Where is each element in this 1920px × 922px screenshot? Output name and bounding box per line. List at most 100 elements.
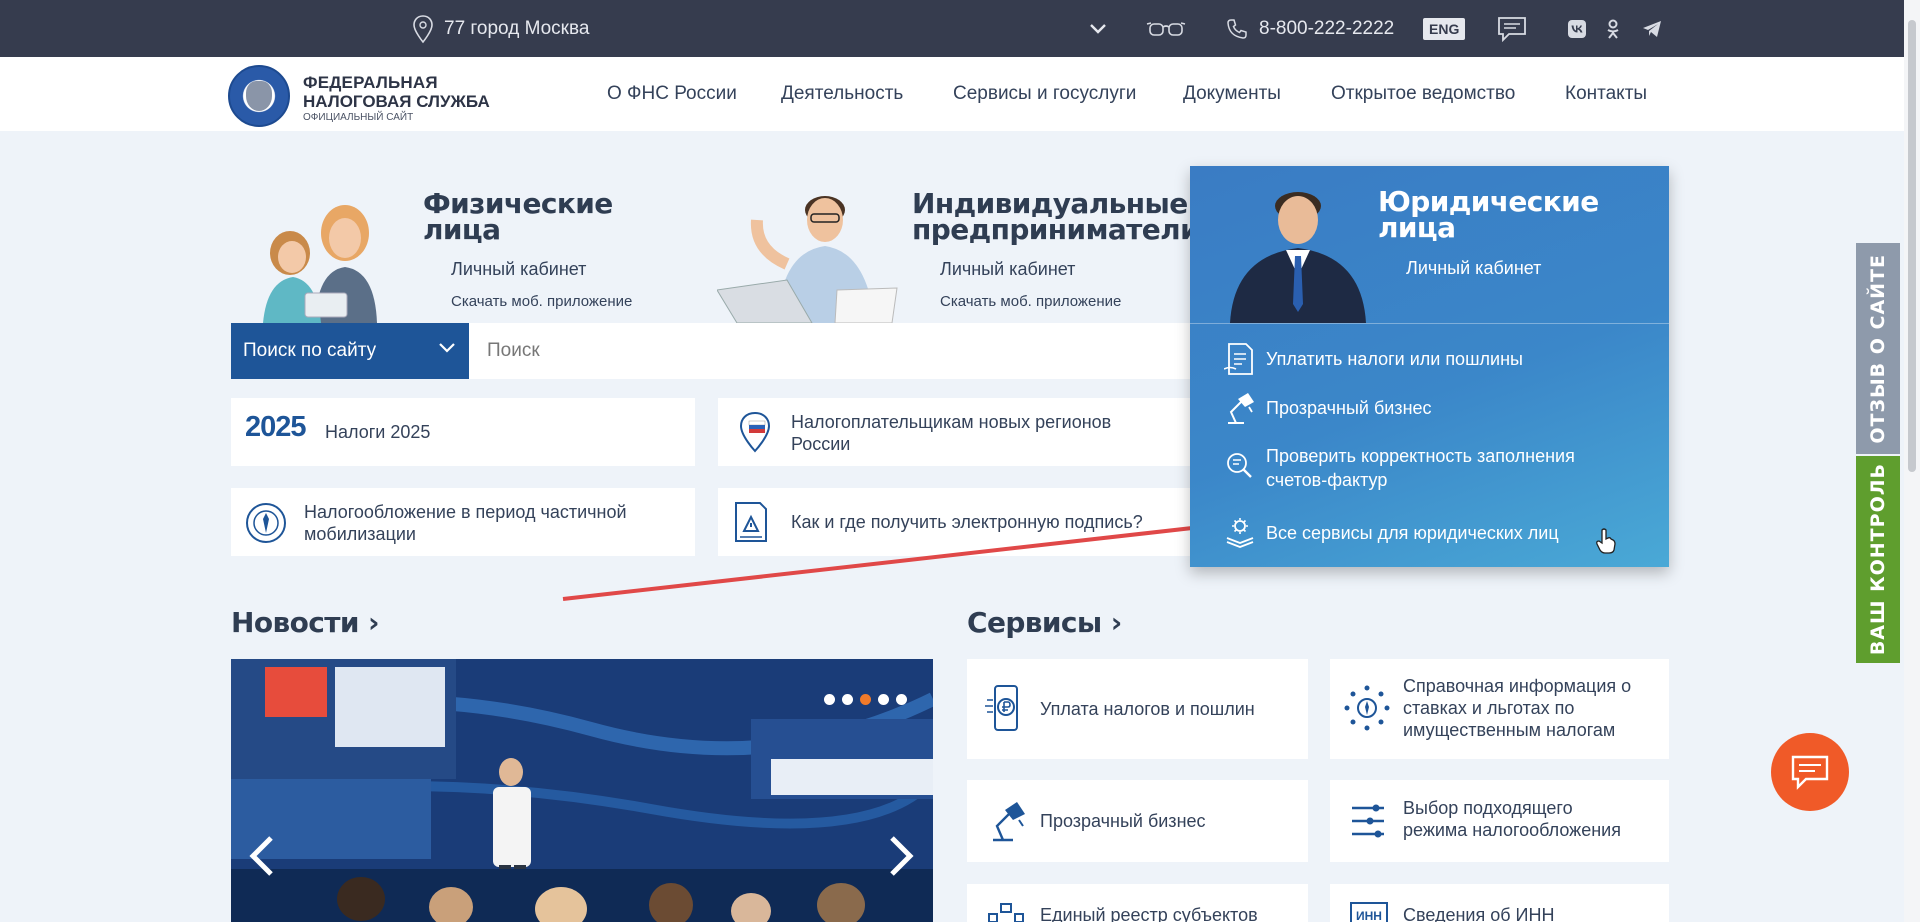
message-icon (1498, 16, 1526, 42)
inn-info-label: Сведения об ИНН (1403, 905, 1555, 922)
service-unified-registry[interactable]: Единый реестр субъектов (967, 884, 1308, 922)
legal-menu-pay-taxes[interactable]: Уплатить налоги или пошлины (1224, 342, 1523, 376)
slider-dot[interactable] (824, 694, 835, 705)
slider-next-button[interactable] (888, 835, 914, 882)
entrepreneurs-illustration (717, 180, 902, 323)
chat-button[interactable] (1771, 733, 1849, 811)
desk-lamp-icon (993, 802, 1025, 842)
logo-line-2[interactable]: НАЛОГОВАЯ СЛУЖБА (303, 92, 490, 111)
phone-icon (1227, 18, 1247, 39)
mobile-ruble-icon (985, 685, 1018, 731)
slider-dot[interactable] (860, 694, 871, 705)
scrollbar-thumb[interactable] (1908, 20, 1916, 472)
slider-dot[interactable] (842, 694, 853, 705)
slider-dot[interactable] (878, 694, 889, 705)
service-tax-payment[interactable]: Уплата налогов и пошлин (967, 659, 1308, 759)
your-control-tab[interactable]: ВАШ КОНТРОЛЬ (1856, 456, 1900, 663)
chevron-down-icon (1090, 23, 1106, 34)
logo-line-1[interactable]: ФЕДЕРАЛЬНАЯ (303, 73, 438, 92)
nav-open-agency[interactable]: Открытое ведомство (1331, 57, 1515, 131)
quick-link-new-regions[interactable]: Налогоплательщикам новых регионов России (718, 398, 1191, 466)
top-bar: 77 город Москва 8-800-222-2222 ENG (0, 0, 1920, 57)
ok-link[interactable] (1606, 0, 1620, 57)
nav-documents[interactable]: Документы (1183, 57, 1281, 131)
feedback-chat-button[interactable] (1497, 0, 1527, 57)
service-transparent-business[interactable]: Прозрачный бизнес (967, 780, 1308, 862)
your-control-tab-label: ВАШ КОНТРОЛЬ (1867, 463, 1889, 656)
property-tax-label-3: имущественным налогам (1403, 720, 1616, 740)
region-selector[interactable]: 77 город Москва (412, 0, 589, 57)
map-pin-flag-icon (739, 411, 771, 453)
nav-activity[interactable]: Деятельность (781, 57, 903, 131)
magnifier-document-icon (1227, 453, 1252, 478)
taxes-2025-logo-icon: 2025 (245, 411, 307, 443)
search-scope-label: Поиск по сайту (243, 340, 377, 361)
phone-link[interactable]: 8-800-222-2222 (1227, 0, 1394, 57)
lang-label: ENG (1423, 17, 1466, 40)
page-scrollbar[interactable] (1904, 0, 1920, 922)
search-input[interactable] (469, 323, 1191, 379)
language-switch[interactable]: ENG (1423, 0, 1466, 57)
fns-emblem-icon[interactable] (228, 65, 290, 127)
service-inn-info[interactable]: ИНН Сведения об ИНН (1330, 884, 1669, 922)
individuals-cabinet-link[interactable]: Личный кабинет (451, 259, 586, 280)
odnoklassniki-icon (1607, 19, 1619, 39)
service-tax-regime[interactable]: Выбор подходящего режима налогообложения (1330, 780, 1669, 862)
vk-link[interactable] (1568, 0, 1586, 57)
nav-about[interactable]: О ФНС России (607, 57, 737, 131)
location-pin-icon (413, 14, 433, 43)
slider-prev-button[interactable] (249, 835, 275, 882)
site-feedback-tab-label: ОТЗЫВ О САЙТЕ (1867, 253, 1889, 444)
inn-badge-icon: ИНН (1350, 902, 1388, 922)
accessibility-button[interactable] (1146, 0, 1186, 57)
search-scope-select[interactable]: Поиск по сайту (231, 323, 469, 379)
individuals-title-2[interactable]: лица (423, 216, 501, 244)
region-dropdown[interactable] (1090, 0, 1106, 57)
news-section-title[interactable]: Новости › (231, 606, 380, 639)
transparent-business-label: Прозрачный бизнес (1040, 811, 1206, 831)
legal-menu-transparent-business[interactable]: Прозрачный бизнес (1224, 391, 1432, 425)
chevron-down-icon (439, 343, 455, 353)
chevron-right-icon (890, 836, 914, 876)
unified-registry-label: Единый реестр субъектов (1040, 905, 1258, 922)
tax-regime-label-1: Выбор подходящего (1403, 798, 1573, 818)
telegram-icon (1643, 20, 1661, 37)
mobilization-label-2: мобилизации (304, 524, 416, 544)
new-regions-label-1: Налогоплательщикам новых регионов (791, 412, 1112, 432)
quick-link-taxes-2025[interactable]: 2025 Налоги 2025 (231, 398, 695, 466)
legal-menu-transparent-business-label: Прозрачный бизнес (1266, 398, 1432, 418)
entrepreneurs-app-link[interactable]: Скачать моб. приложение (940, 293, 1121, 310)
entrepreneurs-cabinet-link[interactable]: Личный кабинет (940, 259, 1075, 280)
site-feedback-tab[interactable]: ОТЗЫВ О САЙТЕ (1856, 243, 1900, 454)
legal-entities-cabinet-link[interactable]: Личный кабинет (1406, 258, 1541, 279)
individuals-app-link[interactable]: Скачать моб. приложение (451, 293, 632, 310)
nav-services[interactable]: Сервисы и госуслуги (953, 57, 1136, 131)
desk-lamp-icon (1228, 393, 1254, 424)
legal-menu-check-invoices[interactable]: Проверить корректность заполнения счетов… (1224, 444, 1575, 492)
legal-menu-check-invoices-label-1: Проверить корректность заполнения (1266, 446, 1575, 466)
legal-menu-all-services-label: Все сервисы для юридических лиц (1266, 523, 1559, 543)
legal-menu-pay-taxes-label: Уплатить налоги или пошлины (1266, 349, 1523, 369)
chevron-left-icon (249, 836, 273, 876)
nav-contacts[interactable]: Контакты (1565, 57, 1647, 131)
emblem-dots-icon (1344, 685, 1390, 731)
new-regions-label-2: России (791, 434, 851, 454)
mouse-pointer-hand-icon (1596, 528, 1616, 554)
fns-emblem-small-icon (246, 503, 286, 543)
entrepreneurs-title-2[interactable]: предприниматели (912, 216, 1200, 244)
services-section-title[interactable]: Сервисы › (967, 606, 1122, 639)
tax-regime-label-2: режима налогообложения (1403, 820, 1621, 840)
news-slider[interactable] (231, 659, 933, 922)
legal-entities-title-2[interactable]: лица (1378, 214, 1456, 242)
service-property-tax-reference[interactable]: Справочная информация о ставках и льгота… (1330, 659, 1669, 759)
network-icon (988, 903, 1024, 922)
telegram-link[interactable] (1642, 0, 1662, 57)
slider-dot[interactable] (896, 694, 907, 705)
legal-menu-all-services[interactable]: Все сервисы для юридических лиц (1224, 516, 1559, 550)
chat-bubble-icon (1791, 755, 1829, 790)
stacked-gear-icon (1226, 518, 1254, 548)
legal-entities-panel: Юридические лица Личный кабинет Уплатить… (1190, 166, 1669, 567)
main-header: ФЕДЕРАЛЬНАЯ НАЛОГОВАЯ СЛУЖБА ОФИЦИАЛЬНЫЙ… (0, 57, 1920, 131)
slider-dots (824, 694, 907, 705)
service-tax-payment-label: Уплата налогов и пошлин (1040, 699, 1255, 719)
